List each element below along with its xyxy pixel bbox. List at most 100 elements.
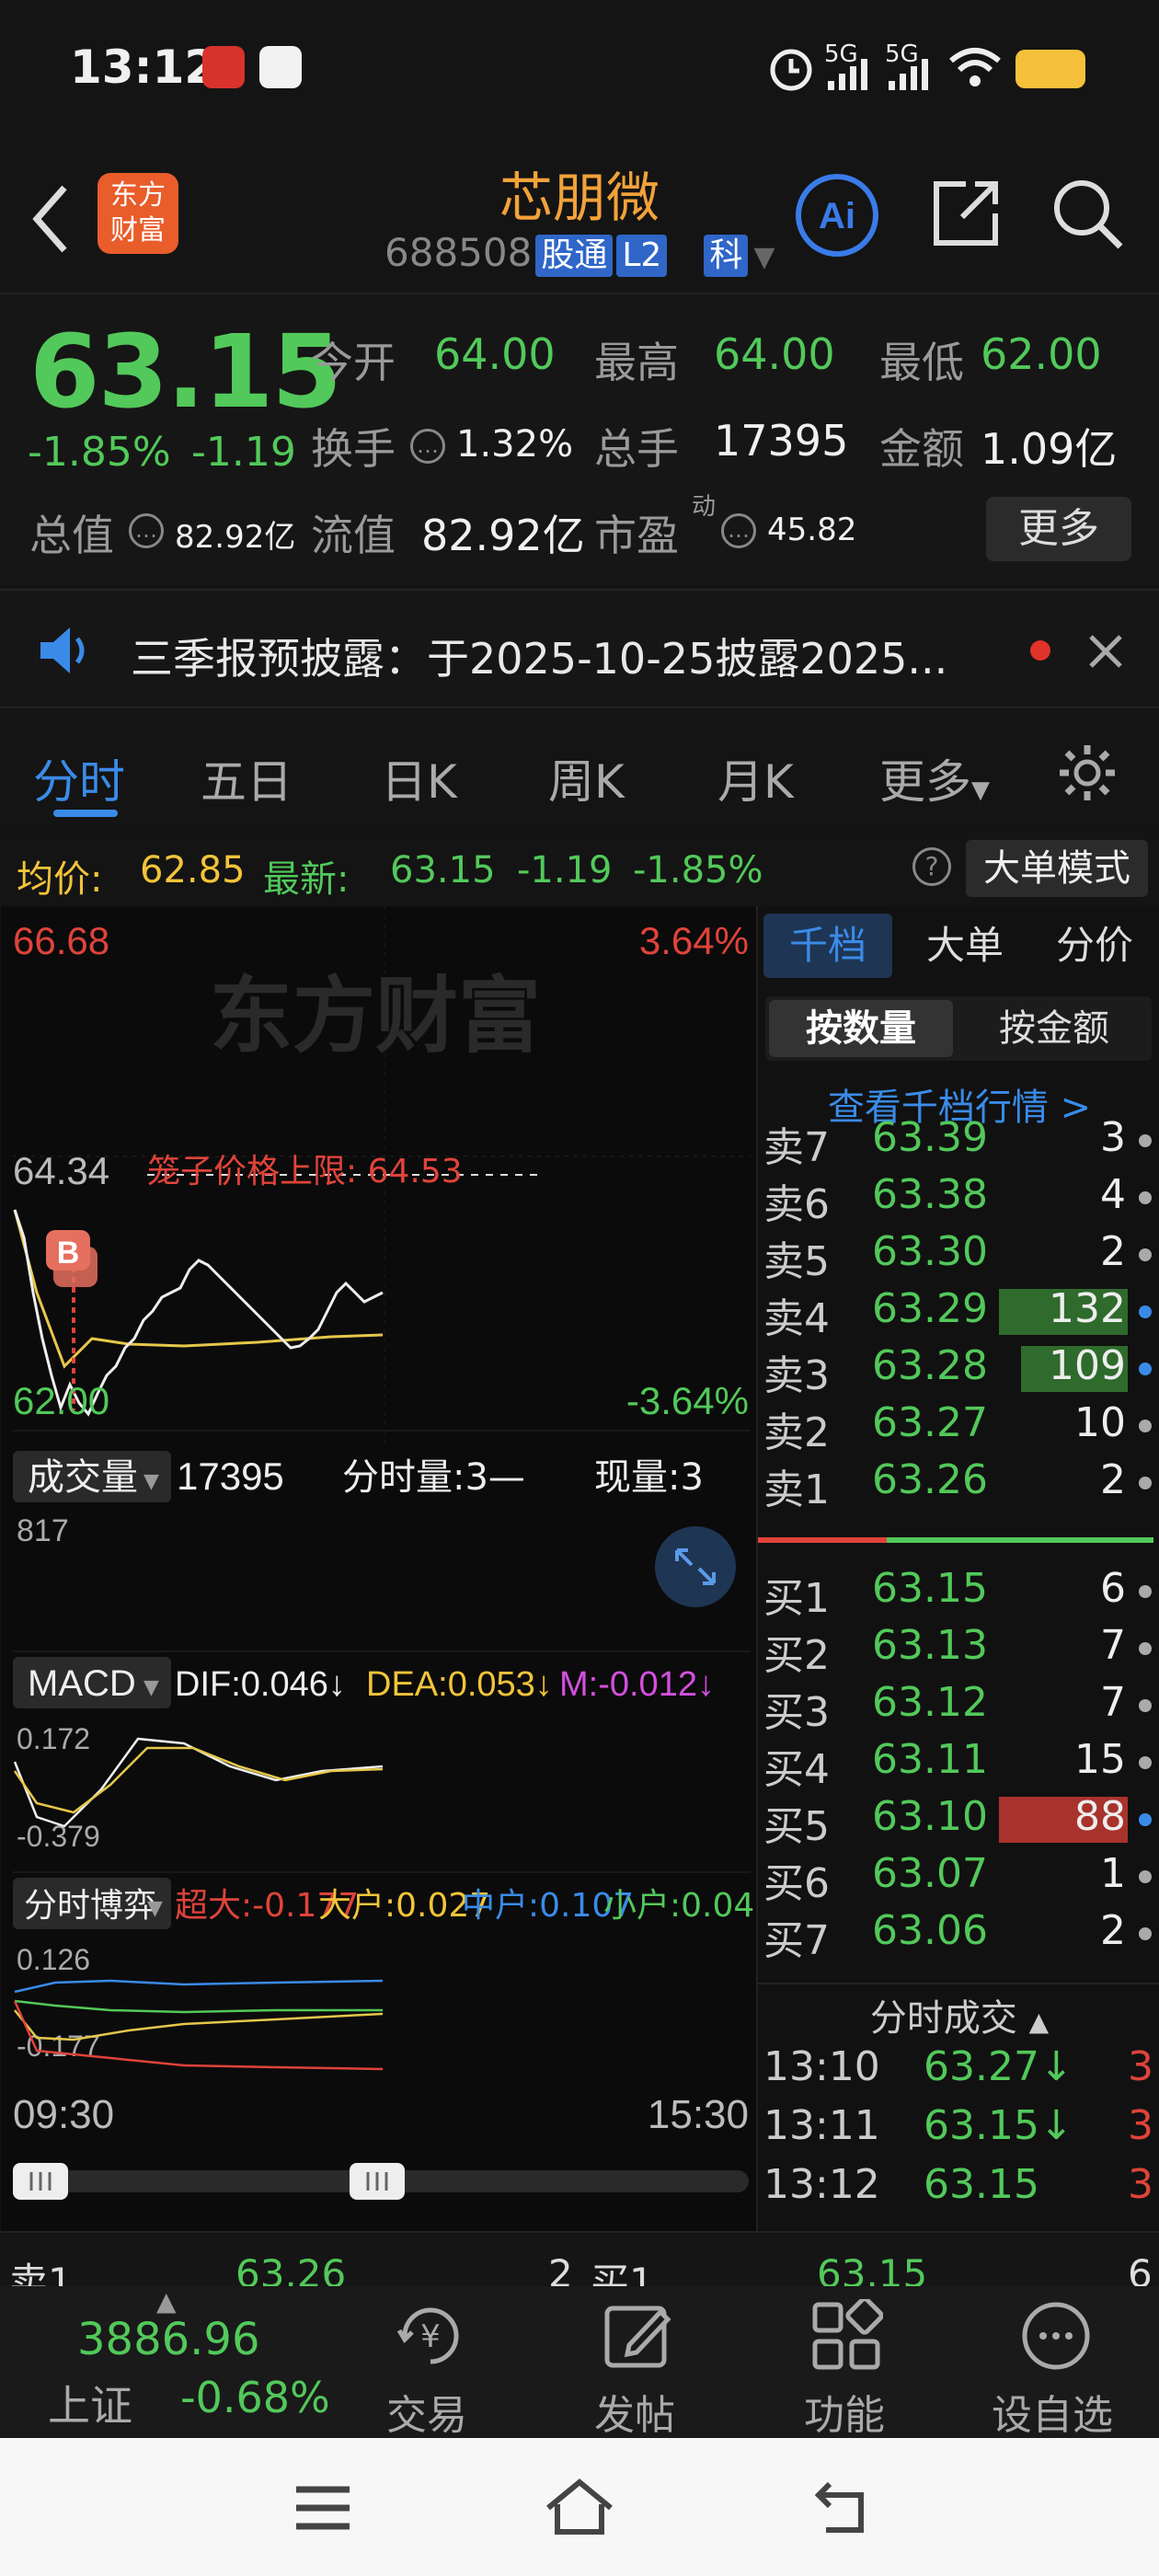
mid-price-label: 64.34 (13, 1149, 109, 1192)
unread-dot (1030, 640, 1050, 661)
tab-intraday[interactable]: 分时 (33, 745, 125, 811)
ob-tab-depth[interactable]: 千档 (763, 914, 892, 978)
latest-label: 最新: (263, 858, 350, 901)
open-value: 64.00 (434, 329, 556, 379)
tag-l2: L2 (616, 235, 668, 277)
strip-sell1-vol: 2 (548, 2251, 573, 2286)
level-volume: 109 (1049, 1342, 1126, 1389)
toolbar-post[interactable]: 发帖 (594, 2382, 675, 2441)
ask-row[interactable]: 卖6 63.38 4 (758, 1171, 1159, 1228)
bid-row[interactable]: 买1 63.15 6 (758, 1565, 1159, 1622)
search-icon[interactable] (1050, 177, 1126, 252)
level-dot (1139, 1756, 1152, 1769)
level-label: 买5 (763, 1803, 830, 1850)
level-label: 卖6 (763, 1181, 830, 1228)
more-button[interactable]: 更多 (986, 497, 1131, 561)
buy-marker[interactable]: B (46, 1230, 98, 1287)
level-volume: 132 (1049, 1285, 1126, 1332)
level-volume: 1 (1100, 1850, 1126, 1897)
level-volume: 7 (1100, 1622, 1126, 1669)
ai-assistant-icon[interactable]: Ai (795, 173, 879, 258)
game-hi: 0.126 (17, 1943, 90, 1976)
level-volume: 7 (1100, 1679, 1126, 1726)
toolbar-function[interactable]: 功能 (804, 2382, 885, 2441)
ob-tab-price[interactable]: 分价 (1039, 914, 1150, 978)
signal-icon-1 (828, 59, 867, 90)
buy-marker-label: B (57, 1236, 80, 1271)
post-edit-icon[interactable] (602, 2299, 675, 2373)
bid-row[interactable]: 买5 63.10 88 (758, 1793, 1159, 1850)
tab-more[interactable]: 更多▼ (879, 745, 990, 811)
intraday-chart[interactable]: 东方财富 B 66.68 3.64% 64.34 笼子价格上限: 64.53 6… (0, 906, 756, 2231)
ask-row[interactable]: 卖4 63.29 132 (758, 1285, 1159, 1342)
ask-row[interactable]: 卖5 63.30 2 (758, 1228, 1159, 1285)
tab-daily-k[interactable]: 日K (381, 745, 457, 811)
level-volume: 10 (1074, 1399, 1126, 1446)
help-icon[interactable]: ? (912, 847, 951, 886)
close-icon[interactable] (1085, 631, 1126, 672)
level-price: 63.11 (872, 1736, 988, 1783)
ask-row[interactable]: 卖2 63.27 10 (758, 1399, 1159, 1456)
settings-gear-icon[interactable] (1056, 742, 1119, 804)
bid-row[interactable]: 买7 63.06 2 (758, 1907, 1159, 1964)
level-price: 63.07 (872, 1850, 988, 1897)
vol-now: 现量:3 (594, 1456, 704, 1499)
float-label: 流值 (311, 511, 396, 560)
tab-monthly-k[interactable]: 月K (717, 745, 794, 811)
apps-grid-icon[interactable] (809, 2299, 883, 2373)
big-order-mode-button[interactable]: 大单模式 (966, 840, 1148, 897)
level-price: 63.30 (872, 1228, 988, 1275)
share-icon[interactable] (929, 177, 1003, 250)
level-price: 63.15 (872, 1565, 988, 1612)
menu-icon[interactable] (291, 2482, 355, 2534)
index-name[interactable]: 上证 (48, 2373, 132, 2433)
ob-mode-toggle: 按数量 按金额 (765, 996, 1152, 1061)
chevron-down-icon[interactable]: ▼ (753, 241, 775, 273)
strip-sell1-label: 卖1 (9, 2260, 73, 2286)
info-icon[interactable]: … (721, 513, 756, 548)
low-label: 最低 (879, 338, 964, 387)
tab-5day[interactable]: 五日 (201, 745, 293, 811)
alarm-icon (770, 49, 812, 91)
ob-tab-big[interactable]: 大单 (914, 914, 1016, 978)
index-change[interactable]: -0.68% (180, 2373, 330, 2422)
toolbar-trade[interactable]: 交易 (386, 2382, 467, 2441)
index-value[interactable]: 3886.96 (77, 2314, 260, 2365)
vol-minute: 分时量:3— (342, 1456, 525, 1499)
change-pct: -1.85% (28, 429, 171, 476)
level-label: 卖3 (763, 1352, 830, 1399)
pct-high-label: 3.64% (639, 919, 749, 962)
bid-row[interactable]: 买2 63.13 7 (758, 1622, 1159, 1679)
caret-down-icon: ▼ (971, 776, 990, 804)
add-watchlist-icon[interactable] (1019, 2299, 1093, 2373)
back-nav-icon[interactable] (808, 2478, 874, 2537)
caret-up-icon: ▲ (1028, 2007, 1050, 2037)
ask-row[interactable]: 卖3 63.28 109 (758, 1342, 1159, 1399)
level-label: 买4 (763, 1746, 830, 1793)
home-icon[interactable] (543, 2475, 616, 2539)
last-price: 63.15 (29, 313, 342, 431)
system-nav-bar (0, 2438, 1159, 2576)
level-dot (1139, 1420, 1152, 1432)
info-icon[interactable]: … (410, 429, 445, 464)
tab-weekly-k[interactable]: 周K (548, 745, 625, 811)
bid-row[interactable]: 买3 63.12 7 (758, 1679, 1159, 1736)
ask-row[interactable]: 卖1 63.26 2 (758, 1456, 1159, 1513)
level-label: 卖4 (763, 1295, 830, 1342)
bid-row[interactable]: 买4 63.11 15 (758, 1736, 1159, 1793)
amount-value: 1.09亿 (981, 424, 1118, 474)
game-mid-line (14, 1979, 384, 1994)
trade-icon[interactable]: ¥ (390, 2299, 471, 2373)
speaker-icon (40, 627, 85, 673)
stock-detail-screen: 13:12 5G 5G 东方财富 芯朋微 688508股通L2科▼ Ai (0, 0, 1159, 2576)
info-icon[interactable]: … (129, 513, 164, 548)
mode-by-quantity[interactable]: 按数量 (769, 1000, 953, 1057)
trades-header[interactable]: 分时成交 ▲ (758, 1983, 1159, 2040)
mode-by-amount[interactable]: 按金额 (960, 1000, 1148, 1057)
notice-bar[interactable]: 三季报预披露：于2025-10-25披露2025... (0, 589, 1159, 708)
level-dot (1139, 1870, 1152, 1883)
bid-row[interactable]: 买6 63.07 1 (758, 1850, 1159, 1907)
ask-row[interactable]: 卖7 63.39 3 (758, 1114, 1159, 1171)
toolbar-add-watch[interactable]: 设自选 (992, 2382, 1113, 2441)
expand-button[interactable] (655, 1526, 736, 1607)
